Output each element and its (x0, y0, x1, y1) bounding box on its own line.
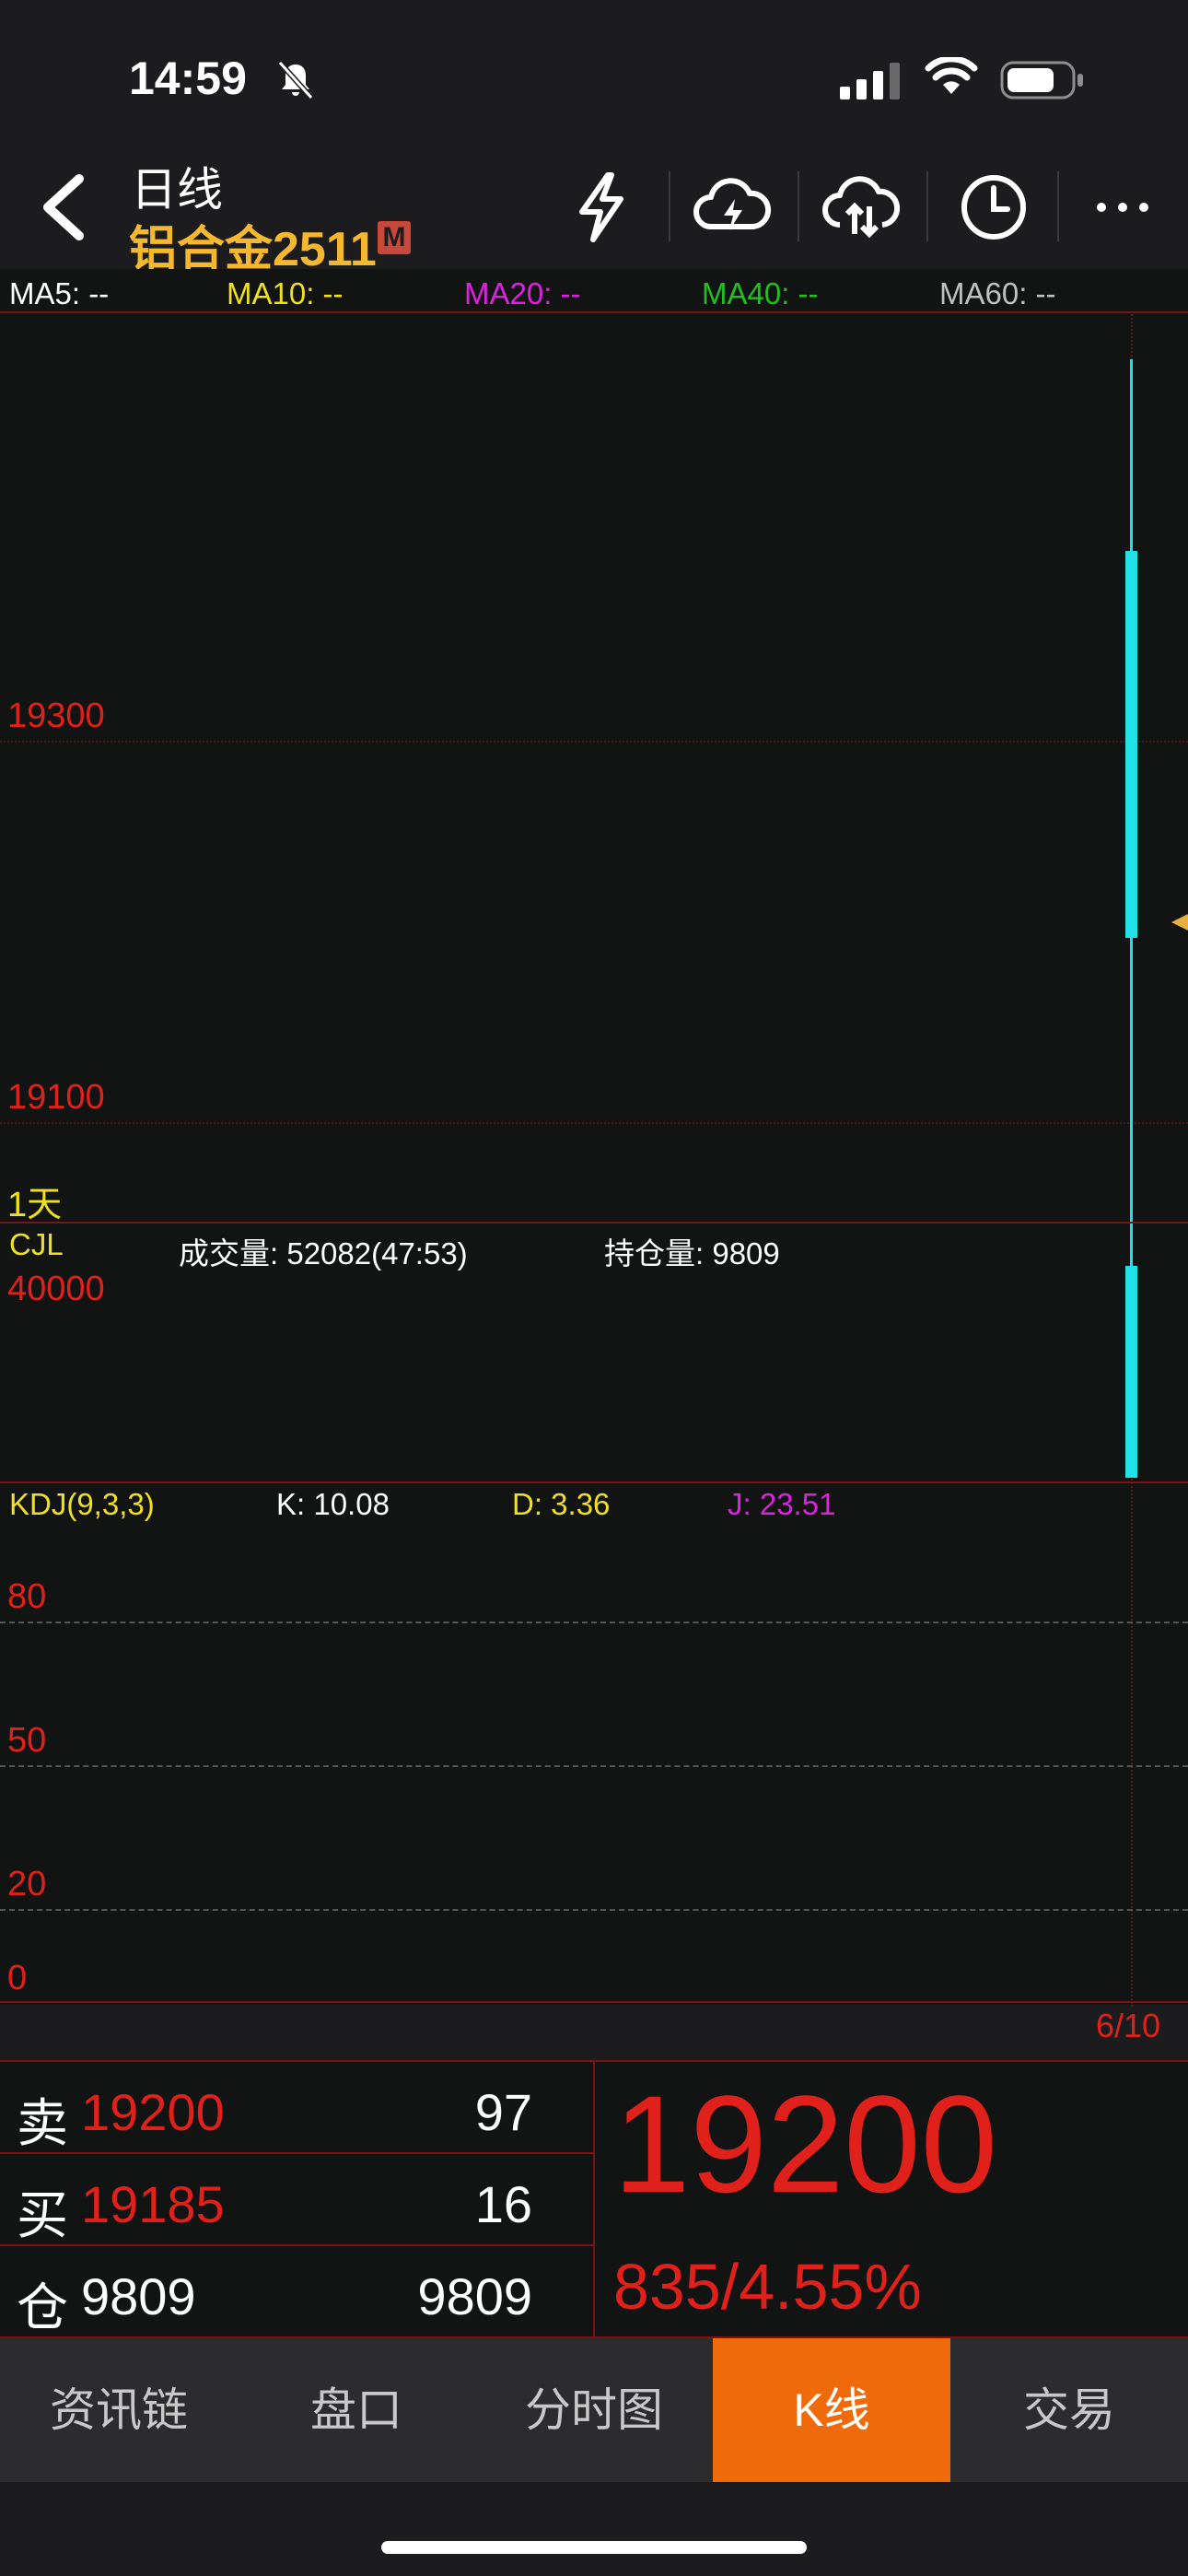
position-row: 仓 9809 9809 (0, 2246, 593, 2336)
tab-news-chain[interactable]: 资讯链 (0, 2338, 238, 2482)
kdj-k-value: K: 10.08 (276, 1487, 390, 1521)
more-icon[interactable] (1081, 166, 1164, 249)
kdj-j-value: J: 23.51 (728, 1487, 836, 1521)
kdj-d-value: D: 3.36 (512, 1487, 611, 1521)
header-divider (926, 171, 928, 241)
volume-panel-top-border (0, 1222, 1188, 1224)
volume-indicator-label: CJL (9, 1227, 64, 1261)
ma60-legend: MA60: -- (939, 276, 1056, 310)
kdj-axis-label-50: 50 (7, 1721, 47, 1760)
kdj-gridline-50 (0, 1765, 1188, 1767)
candle-body[interactable] (1125, 551, 1137, 938)
kdj-gridline-20 (0, 1909, 1188, 1911)
position-value: 9809 (81, 2267, 196, 2325)
kdj-gridline-80 (0, 1622, 1188, 1623)
kdj-indicator-label: KDJ(9,3,3) (9, 1487, 155, 1521)
price-change: 835/4.55% (613, 2251, 922, 2323)
price-gridline (0, 1122, 1188, 1124)
price-axis-label-lower: 19100 (7, 1078, 105, 1117)
status-time: 14:59 (129, 53, 247, 104)
kdj-axis-label-20: 20 (7, 1865, 47, 1903)
lightning-icon[interactable] (560, 166, 643, 249)
kdj-axis-label-0: 0 (7, 1959, 28, 1997)
bottom-tab-bar: 资讯链 盘口 分时图 K线 交易 (0, 2338, 1188, 2482)
home-indicator (381, 2541, 807, 2554)
buy-row[interactable]: 买 19185 16 (0, 2154, 593, 2246)
ma5-legend: MA5: -- (9, 276, 110, 310)
header-divider (669, 171, 670, 241)
quote-panel: 卖 19200 97 买 19185 16 仓 9809 9809 19200 … (0, 2060, 1188, 2338)
battery-icon (1000, 61, 1083, 100)
volume-axis-label: 40000 (7, 1270, 105, 1308)
sell-price: 19200 (81, 2083, 225, 2141)
position-label: 仓 (17, 2278, 68, 2336)
buy-qty: 16 (474, 2175, 532, 2233)
sell-qty: 97 (474, 2083, 532, 2141)
buy-label: 买 (17, 2186, 68, 2244)
cloud-sync-icon[interactable] (820, 166, 903, 249)
tab-kline[interactable]: K线 (713, 2338, 950, 2482)
tab-trade[interactable]: 交易 (950, 2338, 1188, 2482)
cloud-flash-icon[interactable] (691, 166, 774, 249)
bell-mute-icon (277, 60, 314, 100)
price-panel-top-border (0, 311, 1188, 313)
quote-divider (593, 2062, 595, 2336)
kdj-panel-top-border (0, 1481, 1188, 1483)
buy-price: 19185 (81, 2175, 225, 2233)
ma40-legend: MA40: -- (702, 276, 819, 310)
header-divider (798, 171, 799, 241)
header-divider (1057, 171, 1059, 241)
cellular-signal-icon (840, 63, 900, 100)
open-interest-readout: 持仓量: 9809 (604, 1236, 780, 1270)
price-axis-label-upper: 19300 (7, 697, 105, 735)
back-button[interactable] (28, 166, 101, 249)
ma10-legend: MA10: -- (227, 276, 344, 310)
market-badge: M (378, 221, 411, 254)
position-value-secondary: 9809 (417, 2267, 532, 2325)
ma20-legend: MA20: -- (464, 276, 581, 310)
kdj-axis-label-80: 80 (7, 1577, 47, 1616)
last-price-marker-icon (1171, 914, 1188, 931)
clock-icon[interactable] (952, 166, 1035, 249)
volume-bar[interactable] (1125, 1266, 1137, 1478)
volume-readout: 成交量: 52082(47:53) (179, 1236, 468, 1270)
tab-order-book[interactable]: 盘口 (238, 2338, 475, 2482)
last-price: 19200 (613, 2067, 998, 2221)
sell-row[interactable]: 卖 19200 97 (0, 2062, 593, 2154)
chart-bottom-border (0, 2001, 1188, 2003)
price-gridline (0, 741, 1188, 743)
date-label: 6/10 (1096, 2007, 1161, 2044)
sell-label: 卖 (17, 2094, 68, 2152)
wifi-icon (925, 57, 978, 94)
kline-chart[interactable]: MA5: -- MA10: -- MA20: -- MA40: -- MA60:… (0, 269, 1188, 2007)
period-label: 1天 (7, 1186, 63, 1224)
tab-intraday[interactable]: 分时图 (475, 2338, 713, 2482)
